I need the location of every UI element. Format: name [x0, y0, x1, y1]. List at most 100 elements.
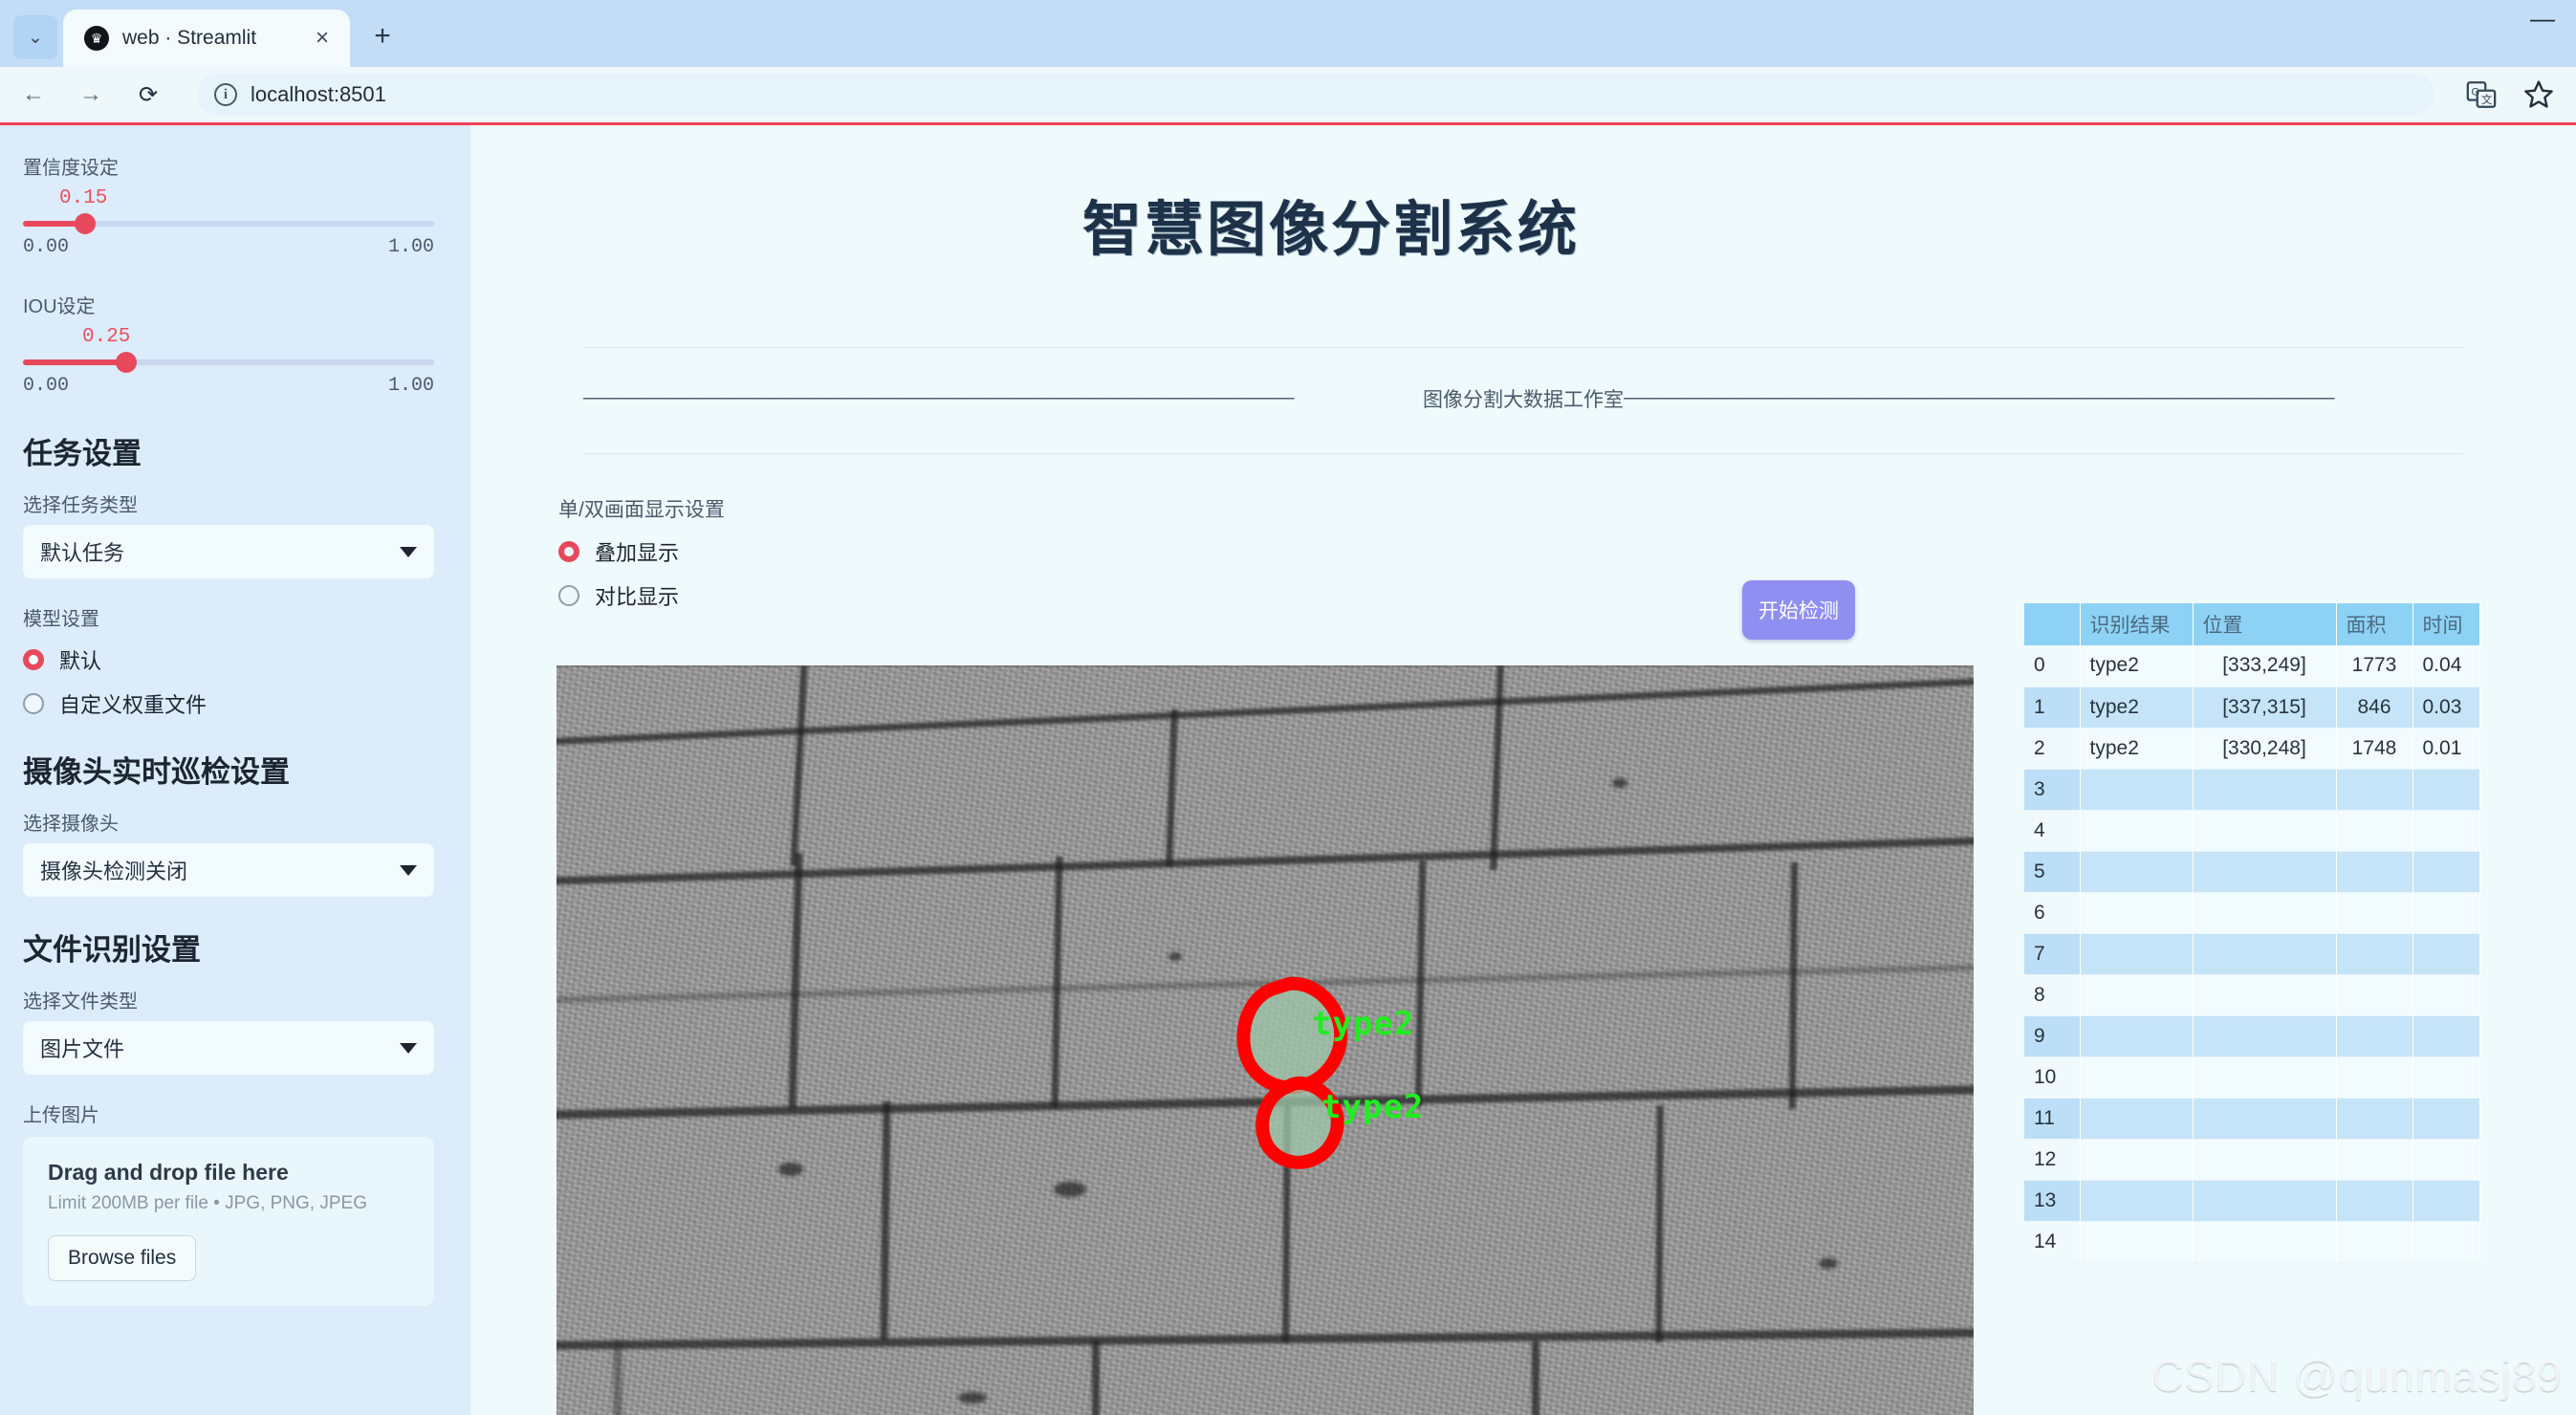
- table-row[interactable]: 0 type2 [333,249] 1773 0.04: [2024, 645, 2480, 687]
- table-cell-area: [2336, 851, 2413, 893]
- table-cell-area: [2336, 1139, 2413, 1181]
- back-button[interactable]: ←: [13, 75, 54, 115]
- bookmark-star-icon[interactable]: [2522, 78, 2555, 111]
- table-cell-index: 10: [2024, 1056, 2081, 1099]
- table-cell-area: [2336, 892, 2413, 934]
- csdn-watermark: CSDN @qunmasj89: [2151, 1351, 2563, 1401]
- iou-slider[interactable]: [23, 352, 434, 373]
- iou-label: IOU设定: [23, 296, 96, 317]
- table-row[interactable]: 2 type2 [330,248] 1748 0.01: [2024, 728, 2480, 770]
- table-cell-position: [2193, 851, 2337, 893]
- file-uploader-dropzone[interactable]: Drag and drop file here Limit 200MB per …: [23, 1137, 434, 1306]
- new-tab-icon[interactable]: +: [360, 13, 405, 59]
- browser-tab[interactable]: ♛ web · Streamlit ×: [63, 10, 350, 67]
- table-row[interactable]: 13: [2024, 1180, 2480, 1222]
- table-cell-result: type2: [2080, 728, 2194, 770]
- table-cell-time: 0.01: [2412, 728, 2480, 770]
- model-option-custom[interactable]: 自定义权重文件: [23, 688, 434, 719]
- display-option-compare-label: 对比显示: [595, 585, 680, 609]
- table-row[interactable]: 7: [2024, 933, 2480, 975]
- table-cell-position: [2193, 1056, 2337, 1099]
- file-type-select[interactable]: 图片文件: [23, 1021, 434, 1075]
- radio-icon: [23, 649, 44, 670]
- table-cell-position: [330,248]: [2193, 728, 2337, 770]
- iou-max: 1.00: [387, 375, 434, 397]
- iou-value: 0.25: [82, 326, 131, 348]
- task-type-label: 选择任务类型: [23, 495, 138, 516]
- camera-select[interactable]: 摄像头检测关闭: [23, 843, 434, 897]
- table-cell-time: [2412, 1015, 2480, 1057]
- model-option-default[interactable]: 默认: [23, 644, 434, 675]
- table-cell-result: [2080, 769, 2194, 811]
- upload-image-label: 上传图片: [23, 1105, 99, 1126]
- title-divider: [583, 347, 2463, 348]
- table-cell-position: [337,315]: [2193, 686, 2337, 729]
- browser-tabstrip: ⌄ ♛ web · Streamlit × + —: [0, 0, 2576, 67]
- chevron-down-icon: [400, 546, 417, 557]
- table-header-time: 时间: [2412, 603, 2480, 645]
- file-type-label: 选择文件类型: [23, 991, 138, 1012]
- table-cell-position: [2193, 1180, 2337, 1222]
- display-option-overlay[interactable]: 叠加显示: [558, 536, 2576, 567]
- table-row[interactable]: 12: [2024, 1139, 2480, 1181]
- address-bar[interactable]: i localhost:8501: [197, 74, 2434, 116]
- toolbar-actions: G 文: [2465, 78, 2555, 111]
- table-row[interactable]: 3: [2024, 769, 2480, 811]
- sidebar: 置信度设定 0.15 0.00 1.00 IOU设定 0.25 0.00 1.0…: [0, 125, 470, 1415]
- table-cell-position: [2193, 892, 2337, 934]
- reload-button[interactable]: ⟳: [128, 75, 168, 115]
- task-type-value: 默认任务: [40, 541, 125, 565]
- table-cell-index: 0: [2024, 645, 2081, 687]
- table-cell-area: 1748: [2336, 728, 2413, 770]
- table-cell-result: [2080, 851, 2194, 893]
- confidence-slider[interactable]: [23, 213, 434, 234]
- table-cell-index: 9: [2024, 1015, 2081, 1057]
- table-row[interactable]: 5: [2024, 851, 2480, 893]
- table-cell-index: 14: [2024, 1221, 2081, 1263]
- table-row[interactable]: 4: [2024, 810, 2480, 852]
- table-cell-result: [2080, 933, 2194, 975]
- table-row[interactable]: 9: [2024, 1015, 2480, 1057]
- table-cell-time: [2412, 1221, 2480, 1263]
- table-cell-position: [2193, 933, 2337, 975]
- site-info-icon[interactable]: i: [214, 83, 237, 106]
- table-cell-index: 11: [2024, 1098, 2081, 1140]
- table-cell-time: [2412, 1098, 2480, 1140]
- task-type-select[interactable]: 默认任务: [23, 525, 434, 578]
- file-settings-heading: 文件识别设置: [23, 933, 201, 967]
- dropzone-limit-text: Limit 200MB per file • JPG, PNG, JPEG: [48, 1193, 367, 1213]
- table-cell-result: [2080, 1015, 2194, 1057]
- browser-chrome: ⌄ ♛ web · Streamlit × + — ← → ⟳ i localh…: [0, 0, 2576, 125]
- table-cell-area: [2336, 933, 2413, 975]
- translate-icon[interactable]: G 文: [2465, 78, 2498, 111]
- table-row[interactable]: 8: [2024, 974, 2480, 1016]
- browse-files-button[interactable]: Browse files: [48, 1235, 197, 1281]
- table-row[interactable]: 1 type2 [337,315] 846 0.03: [2024, 686, 2480, 729]
- table-cell-time: [2412, 769, 2480, 811]
- detection-results-table[interactable]: 识别结果 位置 面积 时间 0 type2 [333,249] 1773 0.04 1 ty…: [2024, 603, 2480, 1263]
- table-cell-area: [2336, 1098, 2413, 1140]
- table-cell-result: type2: [2080, 645, 2194, 687]
- table-row[interactable]: 6: [2024, 892, 2480, 934]
- table-cell-area: [2336, 1180, 2413, 1222]
- table-row[interactable]: 14: [2024, 1221, 2480, 1263]
- tab-list-chevron-icon[interactable]: ⌄: [13, 15, 57, 59]
- table-cell-result: [2080, 1139, 2194, 1181]
- iou-range: 0.00 1.00: [23, 375, 434, 397]
- svg-text:G: G: [2471, 87, 2479, 98]
- model-option-custom-label: 自定义权重文件: [59, 693, 207, 717]
- close-tab-icon[interactable]: ×: [310, 27, 335, 50]
- dropzone-title: Drag and drop file here: [48, 1160, 289, 1185]
- minimize-window-icon[interactable]: —: [2530, 6, 2555, 31]
- table-cell-time: [2412, 933, 2480, 975]
- table-row[interactable]: 10: [2024, 1056, 2480, 1099]
- start-detection-button[interactable]: 开始检测: [1742, 580, 1855, 640]
- table-row[interactable]: 11: [2024, 1098, 2480, 1140]
- table-cell-position: [2193, 1221, 2337, 1263]
- table-cell-position: [2193, 974, 2337, 1016]
- model-option-default-label: 默认: [59, 649, 102, 673]
- window-controls: —: [2530, 6, 2555, 31]
- studio-divider: ————————————————————————————————————————…: [583, 384, 2463, 413]
- forward-button[interactable]: →: [71, 75, 111, 115]
- table-cell-index: 12: [2024, 1139, 2081, 1181]
